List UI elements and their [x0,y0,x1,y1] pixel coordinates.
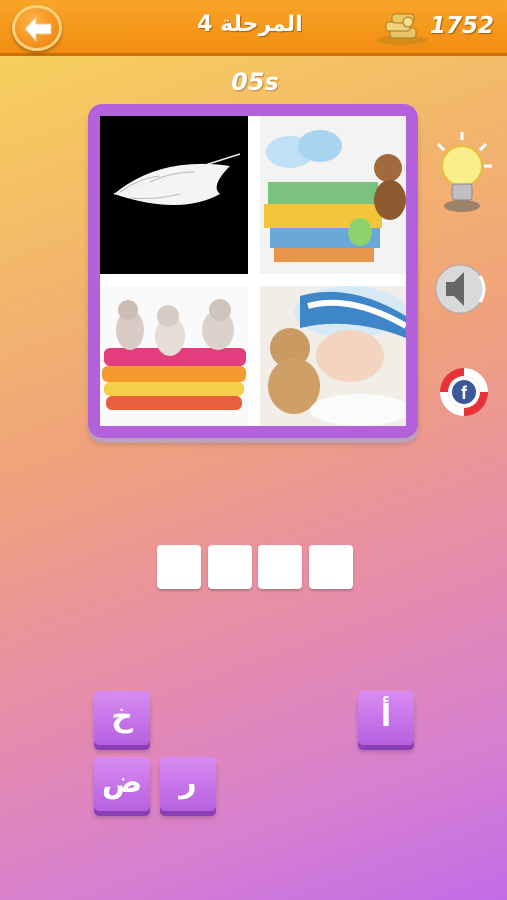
kittens-on-towels-photo [100,286,248,426]
letter-tile[interactable]: ض [94,757,150,811]
lightbulb-hint-icon[interactable] [432,130,494,214]
feather-photo [100,116,248,274]
picture-grid [100,116,406,426]
letter-tile[interactable]: أ [358,691,414,745]
answer-slot[interactable] [208,545,252,589]
top-bar: المرحلة 4 1752 [0,0,507,56]
letter-tile[interactable]: خ [94,691,150,745]
sleeping-baby-photo [260,286,406,426]
baby-clothes-photo [260,116,406,274]
timer: 05s [231,68,279,96]
back-button[interactable] [12,5,62,51]
level-title: المرحلة 4 [197,12,303,37]
arrow-left-icon [24,15,52,43]
answer-slot[interactable] [309,545,353,589]
svg-text:f: f [461,383,468,403]
letter-tile[interactable]: ر [160,757,216,811]
speaker-icon[interactable] [432,258,494,320]
puzzle-frame [88,104,418,438]
facebook-lifebuoy-icon[interactable]: f [438,366,490,418]
coins-count: 1752 [430,13,495,39]
answer-slot[interactable] [258,545,302,589]
coins-stack-icon [377,13,427,45]
answer-slot[interactable] [157,545,201,589]
